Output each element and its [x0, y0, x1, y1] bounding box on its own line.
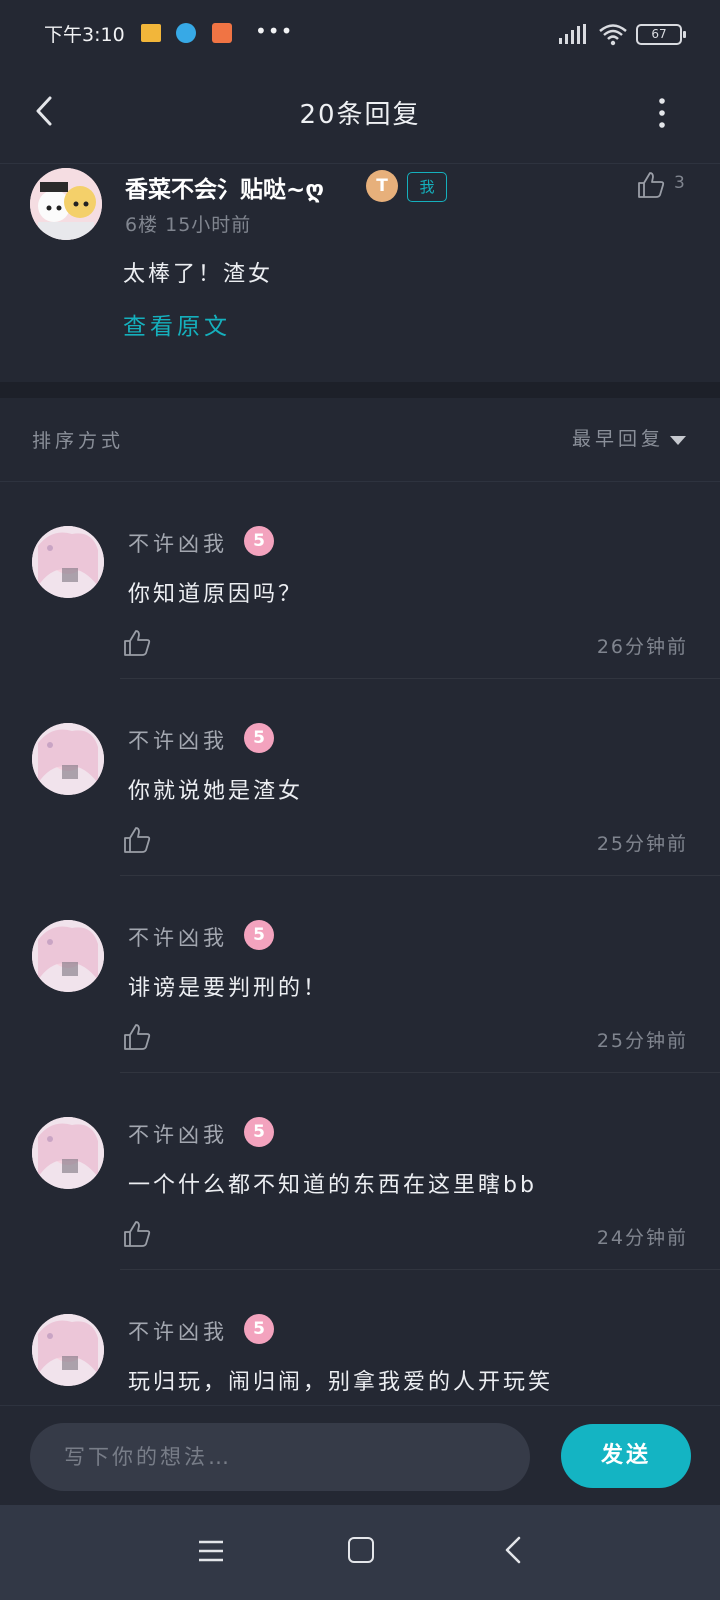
- bird-icon: [176, 23, 196, 43]
- thumbs-up-icon[interactable]: [122, 628, 152, 658]
- header: 20条回复: [0, 66, 720, 164]
- signal-icon: [559, 24, 586, 44]
- reply-username[interactable]: 不许凶我: [128, 922, 228, 952]
- system-nav-bar: [0, 1505, 720, 1600]
- battery-icon: 67: [636, 24, 686, 45]
- level-icon: 5: [244, 526, 274, 556]
- back-icon[interactable]: [502, 1535, 524, 1565]
- post-content: 太棒了！渣女: [123, 262, 274, 287]
- status-bar: 下午3:10 ••• 67: [0, 0, 720, 66]
- more-options-button[interactable]: [656, 96, 668, 130]
- main-post: 香菜不会氵贴哒~ღ T 我 6楼 15小时前 3 太棒了！渣女 查看原文: [0, 164, 720, 382]
- reply-time: 24分钟前: [596, 1227, 688, 1249]
- wifi-icon: [599, 24, 627, 46]
- reply-item: 不许凶我 5 你知道原因吗？ 26分钟前: [0, 482, 720, 679]
- reply-username[interactable]: 不许凶我: [128, 1316, 228, 1346]
- like-count: 3: [674, 173, 685, 193]
- avatar[interactable]: [30, 168, 102, 240]
- level-icon: 5: [244, 920, 274, 950]
- comment-bar: 发送: [0, 1405, 720, 1505]
- avatar[interactable]: [32, 1117, 104, 1189]
- reply-time: 26分钟前: [596, 636, 688, 658]
- avatar[interactable]: [32, 723, 104, 795]
- reply-username[interactable]: 不许凶我: [128, 1119, 228, 1149]
- battery-level: 67: [651, 27, 667, 41]
- avatar[interactable]: [32, 526, 104, 598]
- level-icon: 5: [244, 1117, 274, 1147]
- reply-item: 不许凶我 5 诽谤是要判刑的！ 25分钟前: [0, 876, 720, 1073]
- home-icon[interactable]: [348, 1537, 374, 1563]
- reply-content: 一个什么都不知道的东西在这里瞎bb: [128, 1173, 537, 1198]
- reply-content: 诽谤是要判刑的！: [128, 976, 329, 1001]
- view-original-link[interactable]: 查看原文: [123, 307, 231, 341]
- avatar[interactable]: [32, 920, 104, 992]
- send-button[interactable]: 发送: [561, 1424, 691, 1488]
- reply-item: 不许凶我 5 你就说她是渣女 25分钟前: [0, 679, 720, 876]
- sort-value: 最早回复: [571, 428, 664, 450]
- reply-username[interactable]: 不许凶我: [128, 528, 228, 558]
- thumbs-up-icon[interactable]: [122, 1219, 152, 1249]
- menu-icon[interactable]: [197, 1537, 225, 1565]
- thumbs-up-icon[interactable]: [122, 1022, 152, 1052]
- level-icon: 5: [244, 723, 274, 753]
- note-icon: [141, 24, 161, 42]
- post-meta: 6楼 15小时前: [125, 214, 252, 236]
- reply-username[interactable]: 不许凶我: [128, 725, 228, 755]
- caret-down-icon: [670, 436, 686, 445]
- reply-item: 不许凶我 5 一个什么都不知道的东西在这里瞎bb 24分钟前: [0, 1073, 720, 1270]
- reply-content: 玩归玩，闹归闹，别拿我爱的人开玩笑: [128, 1370, 554, 1395]
- reply-time: 25分钟前: [596, 1030, 688, 1052]
- status-time: 下午3:10: [44, 24, 125, 46]
- reply-time: 25分钟前: [596, 833, 688, 855]
- avatar[interactable]: [32, 1314, 104, 1386]
- more-icon: •••: [255, 19, 294, 43]
- sort-bar: 排序方式 最早回复: [0, 398, 720, 482]
- comment-input[interactable]: [30, 1423, 530, 1491]
- reply-content: 你就说她是渣女: [128, 779, 304, 804]
- reply-content: 你知道原因吗？: [128, 582, 304, 607]
- thumbs-up-icon[interactable]: [122, 825, 152, 855]
- section-divider: [0, 382, 720, 398]
- sort-label: 排序方式: [32, 430, 125, 452]
- sort-dropdown[interactable]: 最早回复: [572, 424, 686, 454]
- post-username[interactable]: 香菜不会氵贴哒~ღ: [125, 170, 324, 204]
- level-icon: T: [366, 170, 398, 202]
- me-badge: 我: [407, 172, 447, 202]
- mail-icon: [212, 23, 232, 43]
- thumbs-up-icon[interactable]: [636, 170, 666, 200]
- level-icon: 5: [244, 1314, 274, 1344]
- page-title: 20条回复: [299, 100, 421, 130]
